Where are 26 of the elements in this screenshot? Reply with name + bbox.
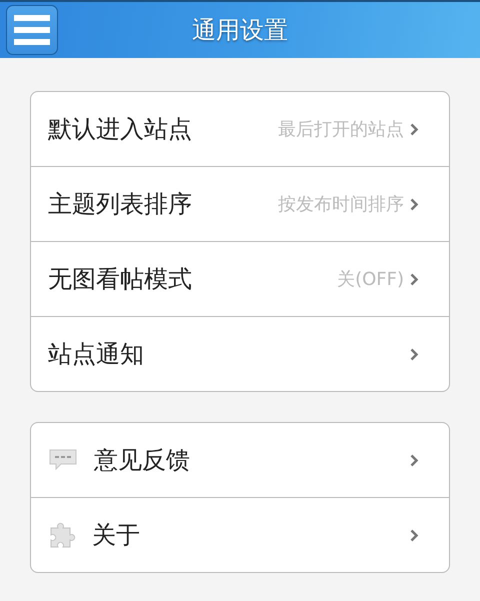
chevron-icon [410,198,419,210]
menu-icon [14,15,50,45]
row-label: 无图看帖模式 [48,264,193,295]
settings-row[interactable]: 站点通知 [31,316,449,391]
chevron-icon [410,348,419,360]
settings-row[interactable]: 无图看帖模式 关(OFF) [31,241,449,316]
chevron-icon [410,272,419,286]
settings-row[interactable]: 主题列表排序 按发布时间排序 [31,166,449,241]
row-value: 最后打开的站点 [278,118,404,141]
row-label: 主题列表排序 [48,189,193,220]
row-value: 按发布时间排序 [278,193,404,216]
settings-row[interactable]: 默认进入站点 最后打开的站点 [31,92,449,166]
chevron-icon [410,528,419,542]
row-label: 关于 [92,520,141,551]
settings-row[interactable]: 关于 [31,497,449,572]
puzzle-icon [48,521,76,549]
speech-bubble-icon [48,448,78,472]
chevron-icon [410,454,419,466]
menu-button[interactable] [6,5,58,55]
chevron-icon [410,122,419,136]
page-title: 通用设置 [192,15,288,46]
row-label: 意见反馈 [94,445,191,476]
row-label: 默认进入站点 [48,114,193,145]
settings-row[interactable]: 意见反馈 [31,423,449,497]
row-label: 站点通知 [48,339,145,370]
row-value: 关(OFF) [337,268,404,291]
